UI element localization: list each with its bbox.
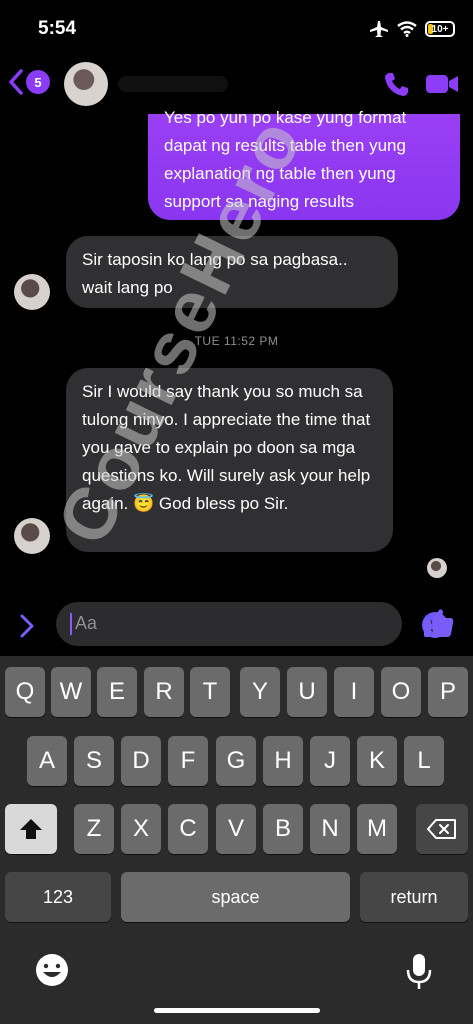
status-time: 5:54 bbox=[38, 18, 77, 39]
message-text: Sir taposin ko lang po sa pagbasa.. wait… bbox=[82, 250, 348, 297]
on-screen-keyboard: Q W E R T Y U I O P A S D F G H J K L Z … bbox=[0, 656, 473, 1024]
thumbs-up-icon bbox=[424, 609, 454, 637]
message-bubble-outgoing[interactable]: Yes po yun po kase yung format dapat ng … bbox=[148, 108, 460, 220]
seen-receipt-avatar bbox=[427, 558, 447, 578]
key-u[interactable]: U bbox=[287, 667, 327, 717]
message-bubble-incoming[interactable]: Sir taposin ko lang po sa pagbasa.. wait… bbox=[66, 236, 398, 308]
battery-label: 10+ bbox=[431, 23, 449, 35]
key-t[interactable]: T bbox=[190, 667, 230, 717]
key-j[interactable]: J bbox=[310, 736, 350, 786]
key-x[interactable]: X bbox=[121, 804, 161, 854]
message-text: Sir I would say thank you so much sa tul… bbox=[82, 382, 371, 513]
key-l[interactable]: L bbox=[404, 736, 444, 786]
microphone-icon bbox=[406, 954, 432, 989]
video-call-button[interactable] bbox=[425, 72, 459, 101]
phone-icon bbox=[385, 73, 408, 96]
message-timestamp: TUE 11:52 PM bbox=[194, 334, 279, 348]
key-k[interactable]: K bbox=[357, 736, 397, 786]
wifi-icon bbox=[397, 21, 417, 37]
airplane-icon bbox=[370, 21, 388, 37]
key-o[interactable]: O bbox=[381, 667, 421, 717]
backspace-key[interactable] bbox=[416, 804, 468, 854]
key-b[interactable]: B bbox=[263, 804, 303, 854]
message-input-placeholder: Aa bbox=[75, 613, 98, 633]
shift-key[interactable] bbox=[5, 804, 57, 854]
video-camera-icon bbox=[426, 75, 458, 93]
key-m[interactable]: M bbox=[357, 804, 397, 854]
unread-badge: 5 bbox=[26, 70, 50, 94]
chevron-left-icon bbox=[9, 69, 23, 95]
message-input[interactable]: Aa bbox=[56, 602, 448, 646]
text-caret bbox=[70, 613, 72, 635]
key-d[interactable]: D bbox=[121, 736, 161, 786]
key-e[interactable]: E bbox=[97, 667, 137, 717]
battery-icon: 10+ bbox=[425, 21, 455, 37]
chevron-right-icon bbox=[20, 614, 34, 638]
backspace-icon bbox=[427, 819, 456, 839]
key-a[interactable]: A bbox=[27, 736, 67, 786]
shift-arrow-icon bbox=[20, 819, 42, 839]
sender-avatar[interactable] bbox=[14, 518, 50, 554]
smiley-icon bbox=[36, 954, 68, 986]
message-bubble-incoming[interactable]: Sir I would say thank you so much sa tul… bbox=[66, 368, 393, 552]
like-button[interactable] bbox=[422, 606, 456, 645]
key-i[interactable]: I bbox=[334, 667, 374, 717]
key-y[interactable]: Y bbox=[240, 667, 280, 717]
expand-actions-button[interactable] bbox=[18, 612, 36, 645]
back-button[interactable]: 5 bbox=[8, 68, 50, 96]
sender-avatar[interactable] bbox=[14, 274, 50, 310]
status-bar: 5:54 10+ bbox=[0, 0, 473, 54]
key-f[interactable]: F bbox=[168, 736, 208, 786]
key-c[interactable]: C bbox=[168, 804, 208, 854]
emoji-keyboard-button[interactable] bbox=[34, 952, 70, 993]
redacted-contact-name bbox=[118, 76, 228, 92]
key-r[interactable]: R bbox=[144, 667, 184, 717]
home-indicator bbox=[154, 1008, 320, 1013]
space-key[interactable]: space bbox=[121, 872, 350, 922]
contact-avatar[interactable] bbox=[64, 62, 108, 106]
composer-bar: Aa bbox=[0, 600, 473, 652]
key-g[interactable]: G bbox=[216, 736, 256, 786]
message-text: Yes po yun po kase yung format dapat ng … bbox=[164, 108, 407, 211]
key-v[interactable]: V bbox=[216, 804, 256, 854]
call-button[interactable] bbox=[383, 70, 411, 103]
key-q[interactable]: Q bbox=[5, 667, 45, 717]
status-icons: 10+ bbox=[369, 20, 455, 38]
key-n[interactable]: N bbox=[310, 804, 350, 854]
message-list[interactable]: Yes po yun po kase yung format dapat ng … bbox=[0, 108, 473, 590]
key-s[interactable]: S bbox=[74, 736, 114, 786]
dictation-button[interactable] bbox=[404, 952, 434, 997]
key-h[interactable]: H bbox=[263, 736, 303, 786]
key-p[interactable]: P bbox=[428, 667, 468, 717]
numbers-key[interactable]: 123 bbox=[5, 872, 111, 922]
return-key[interactable]: return bbox=[360, 872, 468, 922]
key-w[interactable]: W bbox=[51, 667, 91, 717]
key-z[interactable]: Z bbox=[74, 804, 114, 854]
